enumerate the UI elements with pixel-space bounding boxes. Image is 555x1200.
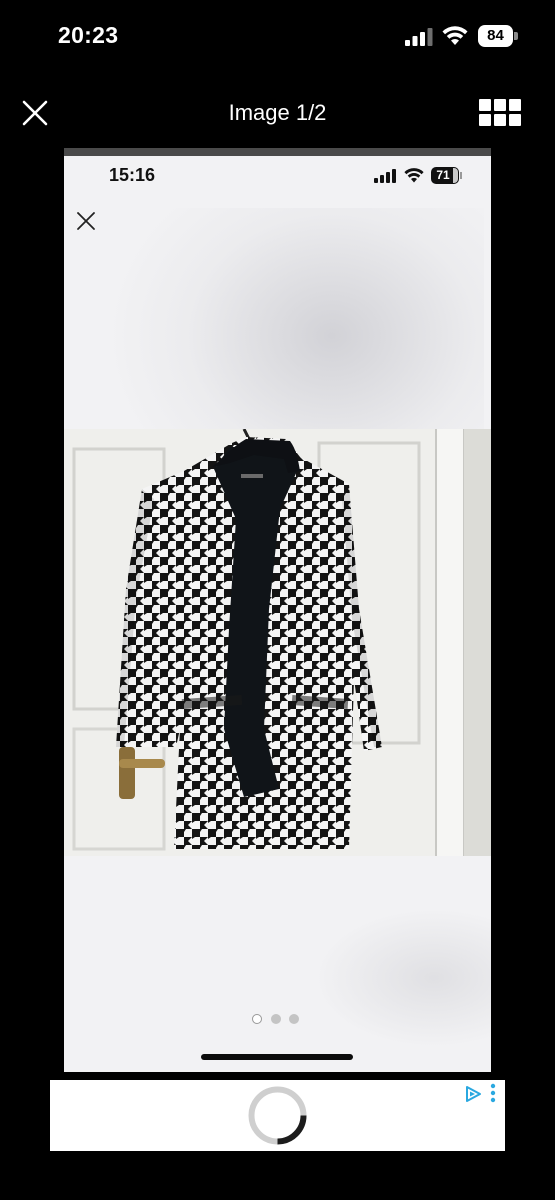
status-bar: 20:23 84 [0,0,555,75]
pagination-dot [289,1014,299,1024]
more-vertical-icon[interactable] [489,1083,497,1103]
inner-wifi-icon [404,168,424,183]
adchoices-icon[interactable] [464,1085,482,1103]
battery-icon: 84 [478,25,518,47]
screenshot-top-edge [64,148,491,156]
coat-photo[interactable] [64,429,491,856]
signal-icon [405,28,433,46]
inner-battery-icon: 71 [431,167,462,184]
inner-close-icon [77,212,95,230]
pagination-dots [252,1014,302,1026]
inner-home-indicator [201,1054,353,1060]
image-counter-title: Image 1/2 [228,100,327,125]
viewer-header: Image 1/2 [0,80,555,146]
pagination-dot-active [252,1014,262,1024]
coat-photo-illustration [64,429,491,856]
grid-icon[interactable] [479,99,521,127]
pagination-dot [271,1014,281,1024]
inner-signal-icon [374,169,396,183]
listing-screenshot[interactable]: 15:16 71 [64,148,491,1072]
inner-battery-level: 71 [436,168,450,182]
ad-banner[interactable] [50,1080,505,1151]
inner-status-time: 15:16 [109,165,156,185]
status-time: 20:23 [58,22,119,48]
spinner-icon [248,1086,307,1145]
battery-level: 84 [487,27,504,44]
screen-glare-lower [314,908,491,1048]
wifi-icon [442,26,468,45]
